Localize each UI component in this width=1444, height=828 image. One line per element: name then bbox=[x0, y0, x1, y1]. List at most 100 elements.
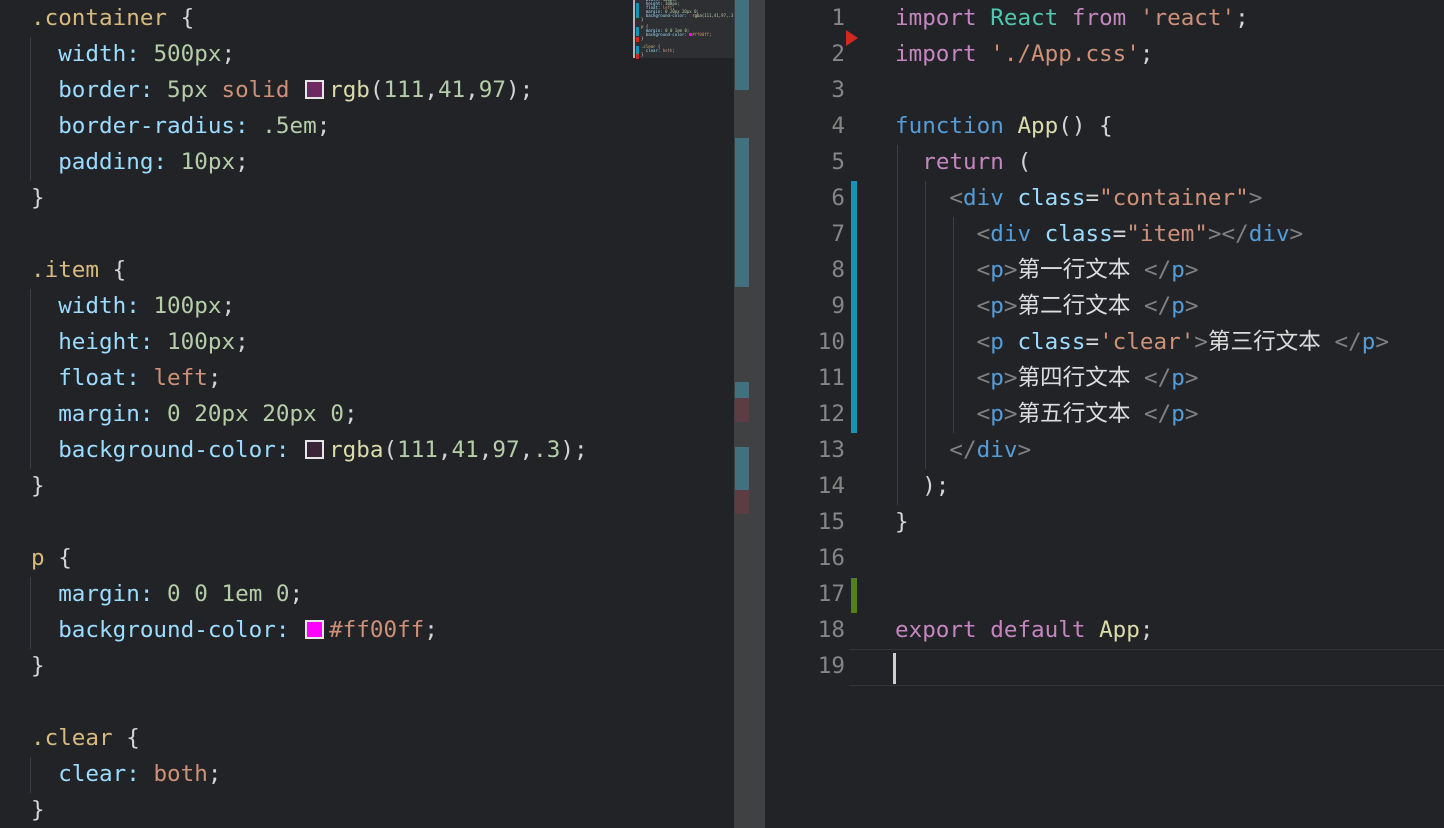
code-line[interactable]: float: left; bbox=[31, 360, 221, 396]
code-line[interactable]: <p class='clear'>第三行文本 </p> bbox=[895, 324, 1389, 360]
code-line[interactable]: ); bbox=[895, 468, 949, 504]
line-number[interactable]: 10 bbox=[765, 324, 845, 360]
line-number[interactable]: 14 bbox=[765, 468, 845, 504]
token: 0 bbox=[167, 581, 181, 607]
line-number[interactable]: 5 bbox=[765, 144, 845, 180]
token: > bbox=[1194, 329, 1208, 355]
code-line[interactable]: <div class="container"> bbox=[895, 180, 1262, 216]
token: "item" bbox=[1126, 221, 1208, 247]
token: p bbox=[1171, 293, 1185, 319]
ruler-modified-marker bbox=[735, 382, 749, 398]
token: 0 bbox=[330, 401, 344, 427]
line-number[interactable]: 6 bbox=[765, 180, 845, 216]
line-number[interactable]: 16 bbox=[765, 540, 845, 576]
code-line[interactable]: return ( bbox=[895, 144, 1031, 180]
code-line[interactable]: margin: 0 0 1em 0; bbox=[31, 576, 303, 612]
token: ); bbox=[505, 77, 534, 103]
code-line[interactable]: border-radius: .5em; bbox=[31, 108, 330, 144]
code-line[interactable]: import './App.css'; bbox=[895, 36, 1153, 72]
minimap-modified-marker bbox=[636, 3, 639, 18]
token: float: bbox=[31, 365, 140, 391]
code-line[interactable]: <p>第一行文本 </p> bbox=[895, 252, 1199, 288]
line-number[interactable]: 18 bbox=[765, 612, 845, 648]
minimap[interactable]: width: 100px; height: 100px; float: left… bbox=[633, 0, 735, 828]
token: 5px bbox=[167, 77, 208, 103]
token: } bbox=[31, 473, 45, 499]
code-line[interactable]: </div> bbox=[895, 432, 1031, 468]
token: 10px bbox=[180, 149, 236, 175]
code-line[interactable]: margin: 0 20px 20px 0; bbox=[31, 396, 357, 432]
color-swatch[interactable] bbox=[305, 620, 325, 639]
code-line[interactable]: background-color: #ff00ff; bbox=[31, 612, 438, 648]
line-number[interactable]: 15 bbox=[765, 504, 845, 540]
code-line[interactable]: height: 100px; bbox=[31, 324, 248, 360]
minimap-modified-marker bbox=[636, 27, 639, 36]
line-number[interactable]: 13 bbox=[765, 432, 845, 468]
code-line[interactable]: width: 500px; bbox=[31, 36, 235, 72]
line-number[interactable]: 4 bbox=[765, 108, 845, 144]
line-number[interactable]: 9 bbox=[765, 288, 845, 324]
code-line[interactable]: width: 100px; bbox=[31, 288, 235, 324]
code-line[interactable]: } bbox=[31, 180, 45, 216]
token: ; bbox=[1139, 41, 1154, 67]
color-swatch[interactable] bbox=[305, 80, 325, 99]
code-line[interactable]: } bbox=[31, 648, 45, 684]
color-swatch[interactable] bbox=[305, 440, 325, 459]
line-number[interactable]: 3 bbox=[765, 72, 845, 108]
code-line[interactable]: background-color: rgba(111,41,97,.3); bbox=[31, 432, 587, 468]
line-number[interactable]: 12 bbox=[765, 396, 845, 432]
token: border: bbox=[31, 77, 154, 103]
line-number[interactable]: 17 bbox=[765, 576, 845, 612]
token: ( bbox=[1003, 149, 1032, 175]
token: > bbox=[1184, 401, 1199, 427]
token: 111 bbox=[397, 437, 438, 463]
code-line[interactable]: .container { bbox=[31, 0, 194, 36]
code-line[interactable]: <p>第四行文本 </p> bbox=[895, 360, 1199, 396]
line-number[interactable]: 19 bbox=[765, 648, 845, 684]
token: 0 bbox=[167, 401, 181, 427]
code-line[interactable]: padding: 10px; bbox=[31, 144, 248, 180]
token: { bbox=[167, 5, 195, 31]
code-line[interactable]: clear: both; bbox=[31, 756, 221, 792]
token: background-color: bbox=[31, 617, 290, 643]
token: < bbox=[976, 365, 991, 391]
token: ; bbox=[672, 47, 675, 53]
token: ( bbox=[383, 437, 398, 463]
css-editor-pane[interactable]: .container { width: 500px; border: 5px s… bbox=[0, 0, 633, 828]
line-number[interactable]: 11 bbox=[765, 360, 845, 396]
gutter-modified-bar bbox=[851, 181, 857, 433]
code-line[interactable]: <p>第二行文本 </p> bbox=[895, 288, 1199, 324]
jsx-editor-pane[interactable]: 1 2 3 4 5 6 7 8 9 10 11 12 13 14 15 16 17 18 19 import Rea… bbox=[765, 0, 1444, 828]
code-line[interactable]: p { bbox=[31, 540, 72, 576]
code-line[interactable]: export default App; bbox=[895, 612, 1153, 648]
code-line[interactable]: } bbox=[31, 792, 45, 828]
line-number[interactable]: 2 bbox=[765, 36, 845, 72]
token: .5em bbox=[262, 113, 317, 139]
code-line[interactable]: <p>第五行文本 </p> bbox=[895, 396, 1199, 432]
overview-ruler[interactable] bbox=[734, 0, 765, 828]
token: 97 bbox=[478, 77, 506, 103]
code-line[interactable]: } bbox=[31, 468, 45, 504]
code-line[interactable]: border: 5px solid rgb(111,41,97); bbox=[31, 72, 533, 108]
line-number[interactable]: 1 bbox=[765, 0, 845, 36]
code-line[interactable]: .item { bbox=[31, 252, 126, 288]
code-line[interactable]: } bbox=[895, 504, 909, 540]
token: 0 bbox=[275, 581, 290, 607]
code-line[interactable]: function App() { bbox=[895, 108, 1113, 144]
code-line[interactable]: <div class="item"></div> bbox=[895, 216, 1304, 252]
line-number[interactable]: 7 bbox=[765, 216, 845, 252]
code-line[interactable]: .clear { bbox=[31, 720, 140, 756]
line-number[interactable]: 8 bbox=[765, 252, 845, 288]
code-line[interactable]: import React from 'react'; bbox=[895, 0, 1249, 36]
